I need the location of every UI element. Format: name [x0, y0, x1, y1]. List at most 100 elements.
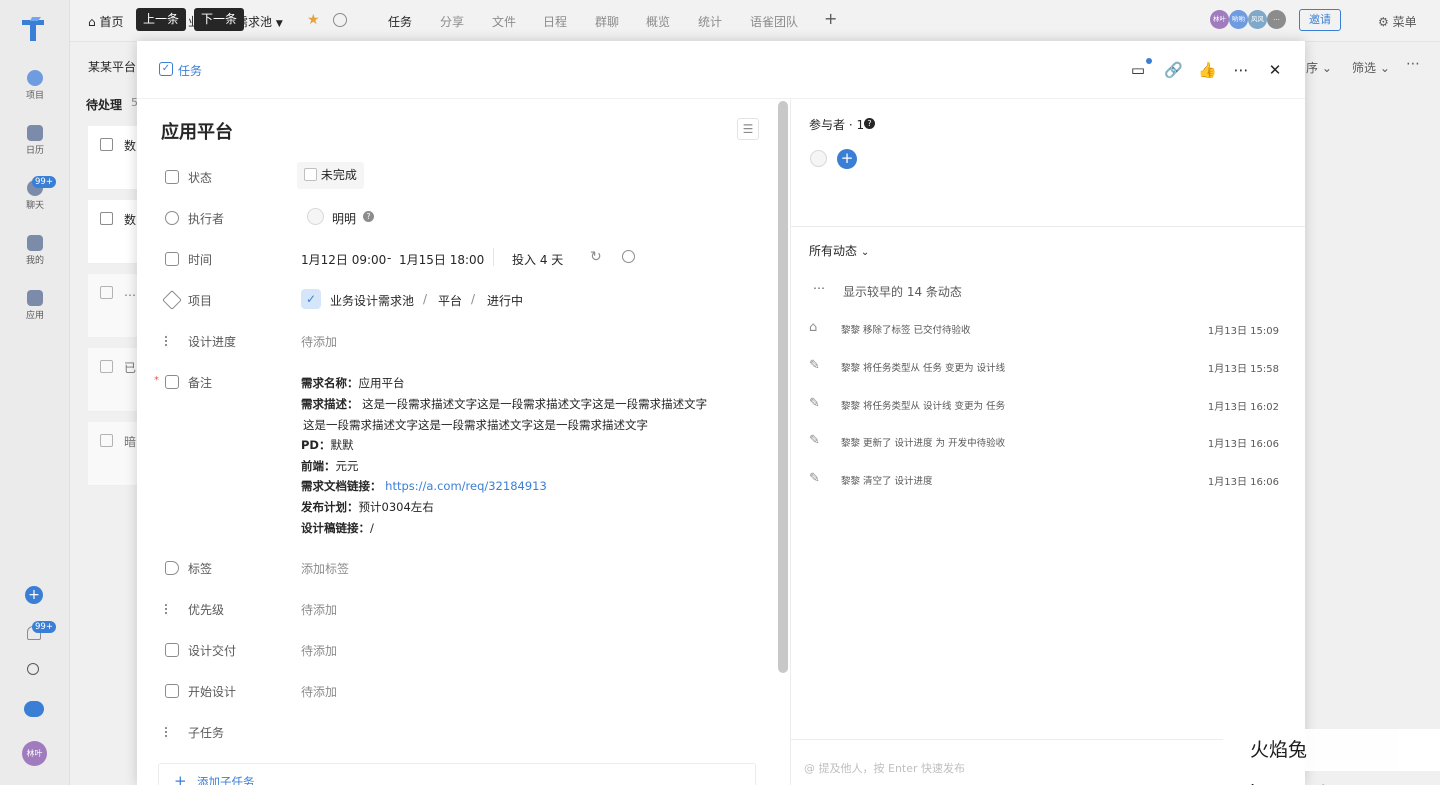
- task-title[interactable]: 应用平台: [161, 118, 233, 144]
- end-time[interactable]: 1月15日 18:00: [399, 251, 484, 268]
- activity-item: ✎ 黎黎 将任务类型从 任务 变更为 设计线 1月13日 15:58: [809, 358, 1279, 376]
- close-icon[interactable]: ✕: [1266, 61, 1284, 79]
- priority-value[interactable]: 待添加: [301, 601, 337, 618]
- assignee-avatar: [307, 208, 324, 225]
- add-participant-button[interactable]: +: [837, 149, 857, 169]
- show-earlier-button[interactable]: 显示较早的 14 条动态: [843, 283, 962, 300]
- home-button[interactable]: ⌂ 首页: [88, 13, 123, 30]
- repeat-icon[interactable]: ↻: [590, 249, 602, 265]
- start-time[interactable]: 1月12日 09:00: [301, 251, 386, 268]
- more-icon[interactable]: ⋯: [1406, 56, 1420, 72]
- bot-icon[interactable]: [24, 701, 44, 717]
- effort-value[interactable]: 投入 4 天: [512, 251, 563, 268]
- video-icon[interactable]: ▭: [1129, 61, 1147, 79]
- doc-link[interactable]: https://a.com/req/32184913: [385, 479, 547, 493]
- status-label: 状态: [188, 171, 213, 185]
- tag-icon: ⌂: [809, 320, 818, 335]
- tab-group-chat[interactable]: 群聊: [595, 13, 619, 30]
- more-members-icon[interactable]: ...: [1267, 10, 1286, 29]
- tab-share[interactable]: 分享: [440, 13, 464, 30]
- menu-button[interactable]: ⚙ 菜单: [1378, 13, 1417, 30]
- add-tab-icon[interactable]: +: [824, 9, 837, 28]
- breadcrumb[interactable]: 某某平台: [88, 58, 136, 75]
- note-label: 备注: [188, 376, 213, 390]
- task-fields-pane: 应用平台 ☰ 状态 未完成 执行者 明明 ? 时间 1月12日 09:00 - …: [137, 99, 777, 785]
- project-stage[interactable]: 平台: [438, 292, 462, 309]
- add-tag-button[interactable]: 添加标签: [301, 560, 349, 577]
- layout-toggle-icon[interactable]: ☰: [737, 118, 759, 140]
- activity-filter[interactable]: 所有动态 ⌄: [809, 242, 869, 259]
- separator: /: [423, 292, 428, 306]
- project-name[interactable]: 业务设计需求池: [330, 292, 414, 309]
- divider: [791, 226, 1305, 227]
- tab-schedule[interactable]: 日程: [543, 13, 567, 30]
- list-item[interactable]: …: [88, 274, 138, 338]
- checkbox[interactable]: [100, 212, 113, 225]
- assignee-label: 执行者: [188, 212, 225, 226]
- tag-icon: [165, 561, 179, 575]
- help-icon[interactable]: ?: [363, 211, 374, 222]
- assignee-name[interactable]: 明明: [332, 210, 356, 227]
- tab-yuque-team[interactable]: 语雀团队: [750, 13, 798, 30]
- list-item[interactable]: 暗: [88, 422, 138, 486]
- delivery-value[interactable]: 待添加: [301, 642, 337, 659]
- link-icon[interactable]: 🔗: [1164, 61, 1183, 79]
- prev-item-tooltip[interactable]: 上一条: [136, 8, 187, 31]
- sort-button[interactable]: 序 ⌄: [1306, 59, 1332, 76]
- rail-item-project[interactable]: 项目: [0, 70, 70, 101]
- separator: /: [471, 292, 476, 306]
- status-checkbox[interactable]: [304, 168, 317, 181]
- project-status[interactable]: 进行中: [487, 292, 523, 309]
- status-toggle[interactable]: 未完成: [297, 162, 364, 189]
- checkbox[interactable]: [100, 360, 113, 373]
- clock-icon[interactable]: [333, 13, 347, 27]
- rail-item-apps[interactable]: 应用: [0, 290, 70, 321]
- add-subtask-button[interactable]: + 添加子任务: [158, 763, 756, 785]
- star-icon[interactable]: ★: [307, 12, 320, 28]
- settings-icon: ⚙: [1378, 15, 1389, 29]
- add-icon[interactable]: +: [25, 586, 43, 604]
- help-icon[interactable]: ?: [864, 118, 875, 129]
- activity-item: ✎ 黎黎 更新了 设计进度 为 开发中待验收 1月13日 16:06: [809, 433, 1279, 451]
- alarm-icon[interactable]: [622, 250, 635, 263]
- project-icon: ✓: [301, 289, 321, 309]
- pencil-icon: ✎: [809, 396, 820, 411]
- list-item[interactable]: 数: [88, 126, 138, 190]
- tab-files[interactable]: 文件: [492, 13, 516, 30]
- scrollbar[interactable]: [778, 101, 788, 673]
- thumbs-up-icon[interactable]: 👍: [1198, 61, 1217, 79]
- design-progress-value[interactable]: 待添加: [301, 333, 337, 350]
- task-type-label[interactable]: 任务: [178, 62, 202, 79]
- modal-header: ✓ 任务 ▭ 🔗 👍 ⋯ ✕: [137, 41, 1305, 99]
- status-icon: [165, 170, 179, 184]
- member-avatar[interactable]: 风风: [1248, 10, 1267, 29]
- next-item-tooltip[interactable]: 下一条: [194, 8, 245, 31]
- list-item[interactable]: 已: [88, 348, 138, 412]
- start-design-label: 开始设计: [188, 685, 237, 699]
- participant-avatar[interactable]: [810, 150, 827, 167]
- list-item[interactable]: 数: [88, 200, 138, 264]
- search-icon[interactable]: [27, 663, 39, 675]
- more-options-icon[interactable]: ⋯: [1232, 61, 1250, 79]
- rail-item-mine[interactable]: 我的: [0, 235, 70, 266]
- rail-item-chat[interactable]: 聊天 99+: [0, 176, 70, 211]
- user-avatar[interactable]: 林叶: [22, 741, 47, 766]
- tab-stats[interactable]: 统计: [698, 13, 722, 30]
- tab-overview[interactable]: 概览: [646, 13, 670, 30]
- activity-item: ✎ 黎黎 将任务类型从 设计线 变更为 任务 1月13日 16:02: [809, 396, 1279, 414]
- pencil-icon: ✎: [809, 433, 820, 448]
- checkbox[interactable]: [100, 286, 113, 299]
- filter-button[interactable]: 筛选 ⌄: [1352, 59, 1390, 76]
- rail-item-calendar[interactable]: 日历: [0, 125, 70, 156]
- start-design-value[interactable]: 待添加: [301, 683, 337, 700]
- list-icon: [165, 334, 179, 348]
- member-avatar[interactable]: 林叶: [1210, 10, 1229, 29]
- checkbox[interactable]: [100, 138, 113, 151]
- member-avatar[interactable]: 哟哟: [1229, 10, 1248, 29]
- comment-input[interactable]: @ 提及他人，按 Enter 快速发布: [804, 760, 965, 776]
- apps-icon: [27, 290, 43, 306]
- activity-pane: 参与者 · 1 ? + 所有动态 ⌄ ⋯ 显示较早的 14 条动态 ⌂ 黎黎 移…: [790, 99, 1305, 785]
- tab-tasks[interactable]: 任务: [388, 13, 412, 30]
- checkbox[interactable]: [100, 434, 113, 447]
- invite-button[interactable]: 邀请: [1299, 9, 1341, 31]
